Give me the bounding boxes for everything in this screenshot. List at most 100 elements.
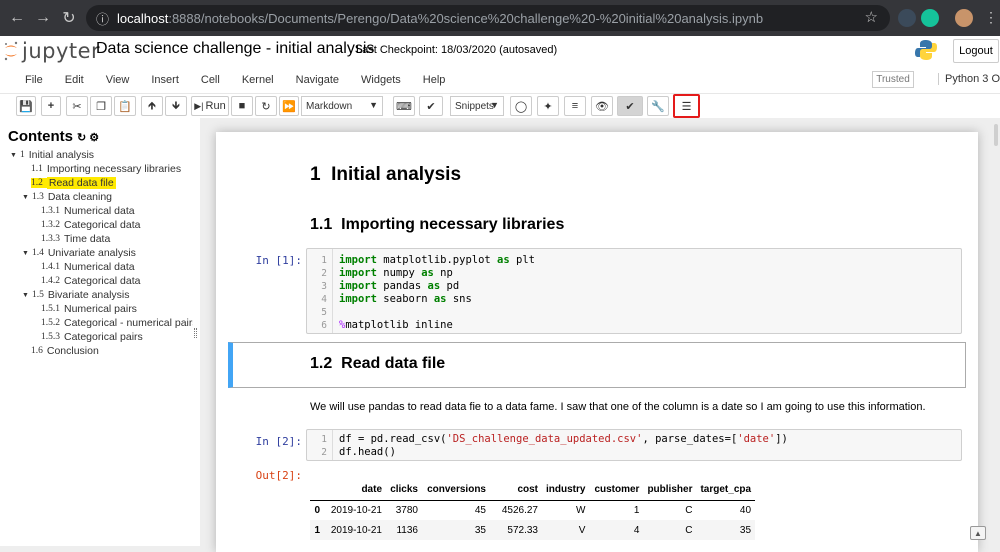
toc-item[interactable]: ▼ 1.3 Data cleaning: [22, 190, 112, 204]
sidebar-resize-handle[interactable]: [194, 328, 197, 338]
collapse-triangle-icon[interactable]: ▼: [22, 249, 29, 257]
selected-markdown-cell[interactable]: 1.2 Read data file: [228, 342, 966, 388]
paste-icon[interactable]: 📋: [114, 96, 136, 116]
toc-item[interactable]: ▼ 1.5 Bivariate analysis: [22, 288, 130, 302]
toc-item[interactable]: 1.6 Conclusion: [31, 344, 99, 358]
bookmark-star-icon[interactable]: ☆: [865, 8, 878, 26]
collapse-triangle-icon[interactable]: ▼: [22, 291, 29, 299]
code-line: import pandas as pd: [339, 280, 460, 292]
heading-num: 1.2: [310, 355, 333, 372]
toc-item-num: 1.3.2: [41, 220, 60, 230]
table-cell: 35: [739, 524, 752, 536]
toc-item[interactable]: 1.3.1 Numerical data: [41, 204, 135, 218]
code-cell-2[interactable]: 1 2 df = pd.read_csv('DS_challenge_data_…: [306, 429, 962, 461]
copy-icon[interactable]: ❐: [90, 96, 112, 116]
keyboard-icon[interactable]: ⌨: [393, 96, 415, 116]
stop-icon[interactable]: ■: [231, 96, 253, 116]
toc-item-num: 1.6: [31, 346, 43, 356]
column-header: target_cpa: [696, 480, 756, 501]
grammarly-icon[interactable]: [921, 9, 939, 27]
target-icon[interactable]: ✦: [537, 96, 559, 116]
cell-type-select[interactable]: Markdown ▼: [301, 96, 383, 116]
menu-edit[interactable]: Edit: [65, 74, 84, 86]
jupyter-logo-text: jupyter: [22, 39, 101, 63]
scrollbar-thumb[interactable]: [994, 124, 998, 146]
table-cell: 45: [474, 504, 486, 516]
collapse-triangle-icon[interactable]: ▼: [10, 151, 17, 159]
wrench-icon[interactable]: 🔧: [647, 96, 669, 116]
menu-cell[interactable]: Cell: [201, 74, 220, 86]
toc-item[interactable]: ▼ 1 Initial analysis: [10, 148, 94, 162]
extension-t-icon[interactable]: [898, 9, 916, 27]
restart-run-all-icon[interactable]: ⏩: [279, 96, 299, 116]
cut-icon[interactable]: ✂: [66, 96, 88, 116]
toc-item-label: Data cleaning: [47, 191, 113, 203]
kernel-indicator[interactable]: Python 3 O: [938, 73, 1000, 85]
browser-toolbar: ← → ↻ ⓘ localhost:8888/notebooks/Documen…: [0, 0, 1000, 36]
toc-item-label: Importing necessary libraries: [46, 163, 182, 175]
toc-item[interactable]: 1.5.1 Numerical pairs: [41, 302, 137, 316]
code-cell-1[interactable]: 1 2 3 4 5 6 import matplotlib.pyplot as …: [306, 248, 962, 334]
menu-navigate[interactable]: Navigate: [296, 74, 339, 86]
run-label: Run: [205, 100, 226, 112]
reload-icon[interactable]: ↻: [56, 5, 82, 31]
table-cell: 35: [474, 524, 486, 536]
code-line: df = pd.read_csv('DS_challenge_data_upda…: [339, 433, 788, 445]
check-icon[interactable]: ✔: [419, 96, 443, 116]
output-prompt-2: Out[2]:: [255, 469, 302, 482]
back-icon[interactable]: ←: [4, 5, 30, 31]
toc-item-active[interactable]: 1.2 Read data file: [31, 176, 116, 190]
gear-icon[interactable]: ⚙: [89, 132, 99, 144]
move-down-icon[interactable]: 🡻: [165, 96, 187, 116]
collapse-triangle-icon[interactable]: ▼: [22, 193, 29, 201]
toc-item[interactable]: ▼ 1.4 Univariate analysis: [22, 246, 136, 260]
menu-view[interactable]: View: [106, 74, 130, 86]
toc-item[interactable]: 1.4.1 Numerical data: [41, 260, 135, 274]
restart-icon[interactable]: ↻: [255, 96, 277, 116]
checkmark-toggle-icon[interactable]: ✔: [617, 96, 643, 116]
toc-item[interactable]: 1.4.2 Categorical data: [41, 274, 140, 288]
refresh-icon[interactable]: ↻: [77, 132, 86, 144]
forward-icon[interactable]: →: [30, 5, 56, 31]
resize-corner-icon[interactable]: ▲: [970, 526, 986, 540]
heading-num: 1.1: [310, 216, 333, 233]
menu-help[interactable]: Help: [423, 74, 446, 86]
eye-icon[interactable]: 👁: [591, 96, 613, 116]
run-button[interactable]: ▶| Run: [191, 96, 229, 116]
table-cell: W: [576, 504, 586, 516]
checkpoint-status: Last Checkpoint: 18/03/2020 (autosaved): [356, 44, 558, 56]
github-icon[interactable]: ◯: [510, 96, 532, 116]
snippets-select[interactable]: Snippets ▼: [450, 96, 504, 116]
heading-initial-analysis: 1 Initial analysis: [310, 164, 461, 186]
table-header-row: date clicks conversions cost industry cu…: [310, 480, 756, 501]
toc-item[interactable]: 1.3.2 Categorical data: [41, 218, 140, 232]
save-icon[interactable]: 💾: [16, 96, 36, 116]
toc-title-text: Contents: [8, 128, 73, 145]
toc-item[interactable]: 1.1 Importing necessary libraries: [31, 162, 181, 176]
browser-menu-icon[interactable]: ⋮: [984, 9, 998, 26]
profile-avatar[interactable]: [955, 9, 973, 27]
row-index: 0: [314, 504, 320, 516]
insert-cell-icon[interactable]: +: [41, 96, 61, 116]
menu-kernel[interactable]: Kernel: [242, 74, 274, 86]
table-of-contents-icon[interactable]: ☰: [673, 94, 700, 118]
url-host: localhost: [117, 10, 169, 26]
notebook-title[interactable]: Data science challenge - initial analysi…: [96, 40, 374, 58]
menu-file[interactable]: File: [25, 74, 43, 86]
toc-item-label: Numerical data: [64, 205, 135, 217]
toc-item-label: Initial analysis: [28, 149, 95, 161]
move-up-icon[interactable]: 🡹: [141, 96, 163, 116]
toc-item[interactable]: 1.5.2 Categorical - numerical pairs: [41, 316, 193, 330]
toc-item[interactable]: 1.5.3 Categorical pairs: [41, 330, 143, 344]
code-line: import matplotlib.pyplot as plt: [339, 254, 535, 266]
address-bar[interactable]: ⓘ localhost:8888/notebooks/Documents/Per…: [86, 5, 890, 31]
toc-item[interactable]: 1.3.3 Time data: [41, 232, 110, 246]
logout-button[interactable]: Logout: [953, 39, 999, 63]
line-number: 2: [321, 268, 327, 279]
menu-widgets[interactable]: Widgets: [361, 74, 401, 86]
trusted-indicator[interactable]: Trusted: [872, 71, 914, 88]
menu-insert[interactable]: Insert: [151, 74, 179, 86]
numbered-list-icon[interactable]: ≡: [564, 96, 586, 116]
jupyter-logo[interactable]: jupyter: [4, 39, 100, 63]
table-row: 0 2019-10-21 3780 45 4526.27 W 1 C 40: [310, 500, 755, 520]
